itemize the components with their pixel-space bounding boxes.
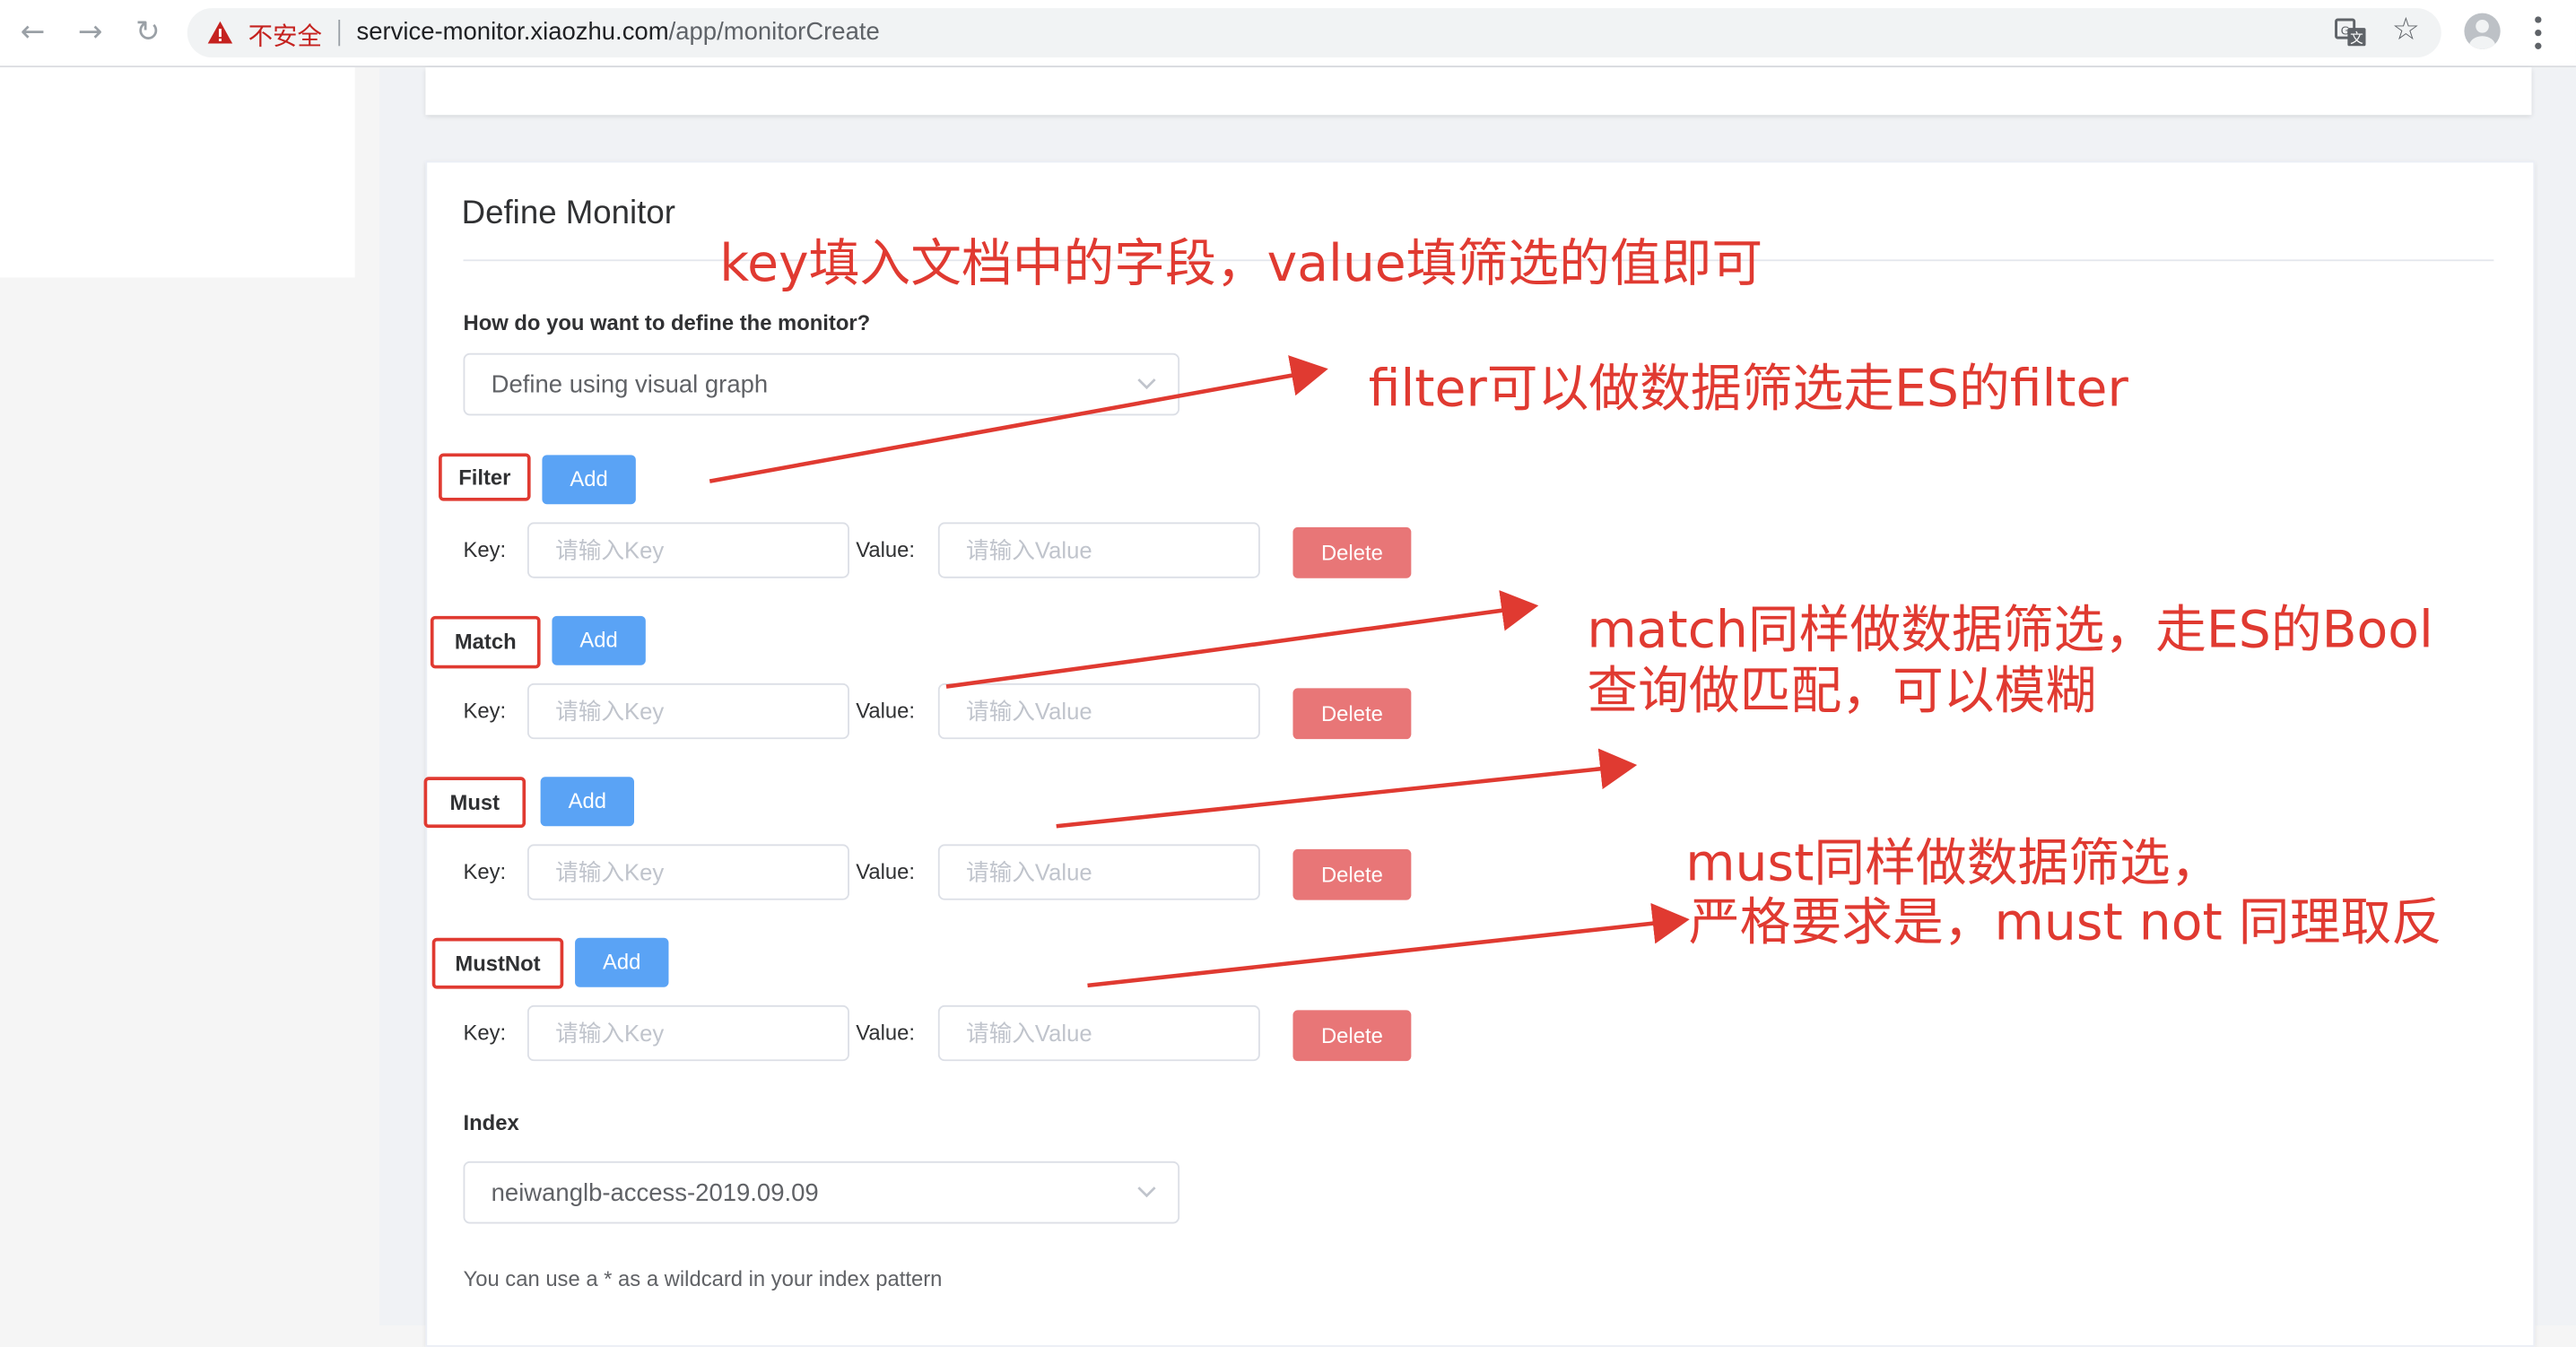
index-hint: You can use a * as a wildcard in your in… (463, 1266, 943, 1291)
filter-value-label: Value: (856, 536, 916, 562)
filter-add-button[interactable]: Add (542, 455, 636, 505)
forward-arrow-icon[interactable]: → (71, 13, 110, 53)
kebab-menu-icon[interactable] (2527, 14, 2550, 50)
mustnot-label: MustNot (431, 937, 564, 989)
previous-card (425, 67, 2532, 116)
must-delete-button[interactable]: Delete (1292, 848, 1412, 900)
chevron-down-icon (1137, 1186, 1156, 1198)
filter-key-label: Key: (463, 536, 507, 562)
match-add-button[interactable]: Add (552, 615, 646, 665)
profile-avatar-icon[interactable] (2464, 13, 2501, 49)
annotation-must-line2: 严格要求是，must not 同理取反 (1688, 893, 2442, 953)
section-title: Define Monitor (461, 195, 675, 232)
sidebar (0, 67, 355, 278)
insecure-label: 不安全 (248, 21, 323, 51)
url-path: /app/monitorCreate (668, 18, 880, 47)
match-key-label: Key: (463, 698, 507, 723)
match-key-input[interactable] (527, 682, 849, 740)
annotation-key-value: key填入文档中的字段，value填筛选的值即可 (719, 234, 1763, 294)
match-label: Match (430, 615, 541, 669)
must-key-label: Key: (463, 858, 507, 884)
mustnot-key-input[interactable] (527, 1004, 849, 1062)
annotation-match-line2: 查询做匹配，可以模糊 (1587, 662, 2097, 722)
page-url[interactable]: service-monitor.xiaozhu.com/app/monitorC… (356, 18, 879, 46)
define-method-value: Define using visual graph (491, 370, 769, 400)
filter-value-input[interactable] (937, 522, 1260, 578)
filter-delete-button[interactable]: Delete (1292, 526, 1412, 578)
warning-triangle-icon (207, 21, 233, 44)
reload-icon[interactable]: ↻ (128, 13, 168, 53)
address-separator (338, 19, 341, 47)
must-value-label: Value: (856, 858, 916, 884)
index-value: neiwanglb-access-2019.09.09 (491, 1179, 819, 1208)
must-key-input[interactable] (527, 844, 849, 900)
define-question-label: How do you want to define the monitor? (463, 310, 871, 335)
index-label: Index (463, 1110, 519, 1135)
chevron-down-icon (1137, 378, 1156, 390)
must-label: Must (423, 777, 527, 829)
filter-key-input[interactable] (527, 522, 849, 578)
mustnot-value-input[interactable] (937, 1004, 1260, 1062)
must-value-input[interactable] (937, 844, 1260, 900)
url-host: service-monitor.xiaozhu.com (356, 18, 669, 47)
address-bar[interactable]: 不安全 service-monitor.xiaozhu.com/app/moni… (187, 8, 2441, 58)
svg-text:G: G (2341, 24, 2350, 38)
bookmark-star-icon[interactable]: ☆ (2392, 12, 2420, 48)
mustnot-value-label: Value: (856, 1020, 916, 1045)
match-value-input[interactable] (937, 682, 1260, 740)
annotation-filter: filter可以做数据筛选走ES的filter (1368, 360, 2128, 420)
match-delete-button[interactable]: Delete (1292, 688, 1412, 740)
back-arrow-icon[interactable]: ← (13, 13, 53, 53)
must-add-button[interactable]: Add (540, 777, 634, 827)
browser-toolbar: ← → ↻ 不安全 service-monitor.xiaozhu.com/ap… (0, 0, 2576, 68)
svg-text:文: 文 (2350, 31, 2363, 47)
translate-icon[interactable]: 文 G (2333, 14, 2369, 50)
mustnot-key-label: Key: (463, 1020, 507, 1045)
mustnot-delete-button[interactable]: Delete (1292, 1010, 1412, 1062)
mustnot-add-button[interactable]: Add (575, 937, 669, 987)
index-select[interactable]: neiwanglb-access-2019.09.09 (463, 1160, 1180, 1224)
define-method-select[interactable]: Define using visual graph (463, 352, 1180, 416)
match-value-label: Value: (856, 698, 916, 723)
filter-label: Filter (439, 453, 531, 501)
